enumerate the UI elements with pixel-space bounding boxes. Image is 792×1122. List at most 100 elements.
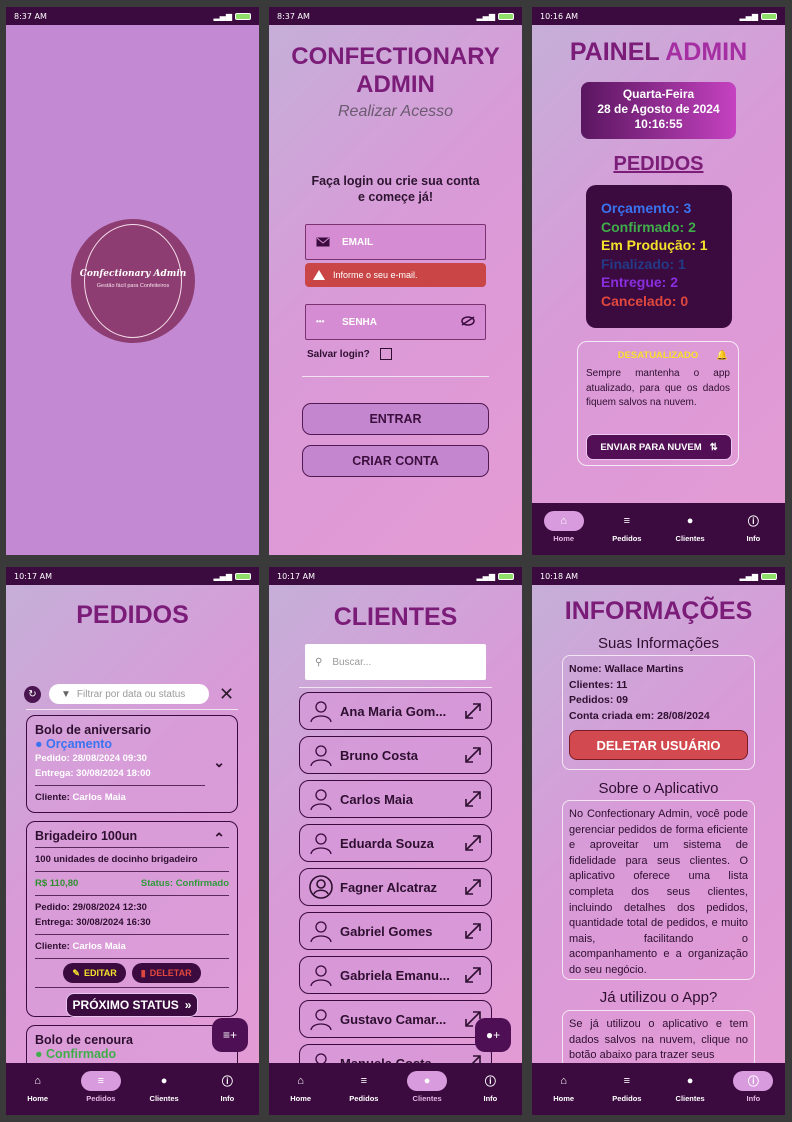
nav-info[interactable]: ⓘ Info bbox=[728, 1071, 778, 1103]
order-price: R$ 110,80 bbox=[35, 878, 79, 889]
close-icon[interactable]: ✕ bbox=[219, 685, 234, 703]
list-icon: ≡ bbox=[623, 1075, 631, 1087]
person-icon: ● bbox=[160, 1075, 168, 1087]
expand-icon[interactable] bbox=[463, 921, 483, 941]
client-row[interactable]: Fagner Alcatraz bbox=[299, 868, 492, 906]
order-card-expanded[interactable]: Brigadeiro 100un ⌃ 100 unidades de docin… bbox=[26, 821, 238, 1017]
divider bbox=[35, 871, 229, 872]
nav-orders[interactable]: ≡ Pedidos bbox=[602, 1071, 652, 1103]
filter-placeholder: Filtrar por data ou status bbox=[76, 688, 186, 700]
expand-icon[interactable] bbox=[463, 745, 483, 765]
nav-home[interactable]: ⌂ Home bbox=[276, 1071, 326, 1103]
client-row[interactable]: Gabriela Emanu... bbox=[299, 956, 492, 994]
nav-orders[interactable]: ≡ Pedidos bbox=[339, 1071, 389, 1103]
eye-off-icon[interactable] bbox=[461, 315, 475, 329]
client-row[interactable]: Gustavo Camar... bbox=[299, 1000, 492, 1038]
delete-button[interactable]: ▮ DELETAR bbox=[131, 963, 201, 983]
person-outline-icon bbox=[308, 786, 334, 812]
warning-title: DESATUALIZADO bbox=[617, 350, 699, 361]
expand-icon[interactable] bbox=[463, 833, 483, 853]
nav-clients[interactable]: ● Clientes bbox=[139, 1071, 189, 1103]
page-title: PAINEL ADMIN bbox=[532, 38, 785, 66]
send-to-cloud-label: ENVIAR PARA NUVEM bbox=[600, 441, 702, 453]
actions-row: ✎ EDITAR ▮ DELETAR bbox=[35, 963, 229, 983]
nav-clients[interactable]: ● Clientes bbox=[665, 511, 715, 543]
status-orcamento: Orçamento: 3 bbox=[601, 200, 692, 216]
expand-icon[interactable] bbox=[463, 701, 483, 721]
add-order-button[interactable]: ≡+ bbox=[212, 1018, 248, 1052]
save-login-checkbox[interactable] bbox=[379, 348, 392, 360]
nav-home[interactable]: ⌂ Home bbox=[539, 511, 589, 543]
status-bar: 10:17 AM ▂▄▆ bbox=[269, 567, 522, 585]
nav-info[interactable]: ⓘ Info bbox=[728, 511, 778, 543]
expand-icon[interactable] bbox=[463, 877, 483, 897]
nav-home[interactable]: ⌂ Home bbox=[539, 1071, 589, 1103]
battery-icon bbox=[761, 572, 777, 580]
status-confirmado: Confirmado: 2 bbox=[601, 218, 696, 235]
chevron-up-icon[interactable]: ⌃ bbox=[213, 830, 225, 847]
home-icon: ⌂ bbox=[34, 1075, 41, 1087]
send-to-cloud-button[interactable]: ENVIAR PARA NUVEM ⇅ bbox=[586, 434, 732, 460]
battery-icon bbox=[498, 12, 514, 20]
person-add-icon: ●+ bbox=[485, 1028, 501, 1042]
nav-orders[interactable]: ≡ Pedidos bbox=[602, 511, 652, 543]
next-status-button[interactable]: PRÓXIMO STATUS » bbox=[65, 993, 199, 1017]
restore-box: Se já utilizou o aplicativo e tem dados … bbox=[562, 1010, 755, 1070]
save-login-label: Salvar login? bbox=[307, 348, 370, 360]
expand-icon[interactable] bbox=[463, 789, 483, 809]
nav-home-label: Home bbox=[553, 534, 575, 543]
person-outline-icon bbox=[308, 698, 334, 724]
client-row[interactable]: Carlos Maia bbox=[299, 780, 492, 818]
search-input[interactable]: ⚲ Buscar... bbox=[305, 644, 486, 680]
nav-home-label: Home bbox=[290, 1094, 312, 1103]
your-info-heading: Suas Informações bbox=[598, 635, 719, 652]
clock: 10:16:55 bbox=[634, 117, 683, 131]
refresh-icon[interactable]: ↻ bbox=[24, 685, 41, 703]
list-icon: ≡ bbox=[623, 515, 631, 527]
home-icon: ⌂ bbox=[297, 1075, 304, 1087]
nav-clients[interactable]: ● Clientes bbox=[402, 1071, 452, 1103]
page-title: PEDIDOS bbox=[76, 601, 189, 629]
battery-icon bbox=[235, 12, 251, 20]
title-part-2: ADMIN bbox=[665, 38, 748, 66]
person-icon: ● bbox=[686, 1075, 694, 1087]
order-status-text: Orçamento bbox=[46, 737, 113, 751]
chevron-down-icon[interactable]: ⌄ bbox=[213, 754, 225, 771]
add-client-button[interactable]: ●+ bbox=[475, 1018, 511, 1052]
pencil-icon: ✎ bbox=[72, 967, 80, 978]
client-row[interactable]: Ana Maria Gom... bbox=[299, 692, 492, 730]
delete-user-button[interactable]: DELETAR USUÁRIO bbox=[569, 730, 748, 760]
create-account-button[interactable]: CRIAR CONTA bbox=[302, 445, 489, 477]
filter-input[interactable]: ▼ Filtrar por data ou status bbox=[49, 684, 209, 704]
password-field[interactable]: ••• SENHA bbox=[305, 304, 486, 340]
nav-clients-label: Clientes bbox=[675, 1094, 705, 1103]
client-row[interactable]: Eduarda Souza bbox=[299, 824, 492, 862]
order-status: Status: Confirmado bbox=[140, 878, 229, 889]
battery-icon bbox=[761, 12, 777, 20]
divider bbox=[299, 687, 492, 688]
client-row[interactable]: Bruno Costa bbox=[299, 736, 492, 774]
nav-info[interactable]: ⓘ Info bbox=[202, 1071, 252, 1103]
enter-button[interactable]: ENTRAR bbox=[302, 403, 489, 435]
client-name: Gabriel Gomes bbox=[340, 923, 433, 939]
nav-clients[interactable]: ● Clientes bbox=[665, 1071, 715, 1103]
price-row: R$ 110,80 Status: Confirmado bbox=[35, 876, 229, 891]
order-status: ● Confirmado bbox=[35, 1047, 117, 1061]
client-row[interactable]: Gabriel Gomes bbox=[299, 912, 492, 950]
warning-icon bbox=[313, 270, 325, 280]
status-bar: 8:37 AM ▂▄▆ bbox=[269, 7, 522, 25]
nav-info[interactable]: ⓘ Info bbox=[465, 1071, 515, 1103]
delete-label: DELETAR bbox=[149, 968, 192, 978]
email-field[interactable]: EMAIL bbox=[305, 224, 486, 260]
nav-orders-label: Pedidos bbox=[612, 534, 642, 543]
expand-icon[interactable] bbox=[463, 965, 483, 985]
edit-button[interactable]: ✎ EDITAR bbox=[63, 963, 126, 983]
order-date: Pedido: 29/08/2024 12:30 bbox=[35, 902, 147, 913]
order-card[interactable]: Bolo de aniversario ● Orçamento Pedido: … bbox=[26, 715, 238, 813]
client-name: Carlos Maia bbox=[72, 792, 126, 803]
order-date: Pedido: 28/08/2024 09:30 bbox=[35, 753, 147, 764]
nav-orders[interactable]: ≡ Pedidos bbox=[76, 1071, 126, 1103]
nav-home[interactable]: ⌂ Home bbox=[13, 1071, 63, 1103]
nav-clients-label: Clientes bbox=[412, 1094, 442, 1103]
nav-orders-label: Pedidos bbox=[86, 1094, 116, 1103]
